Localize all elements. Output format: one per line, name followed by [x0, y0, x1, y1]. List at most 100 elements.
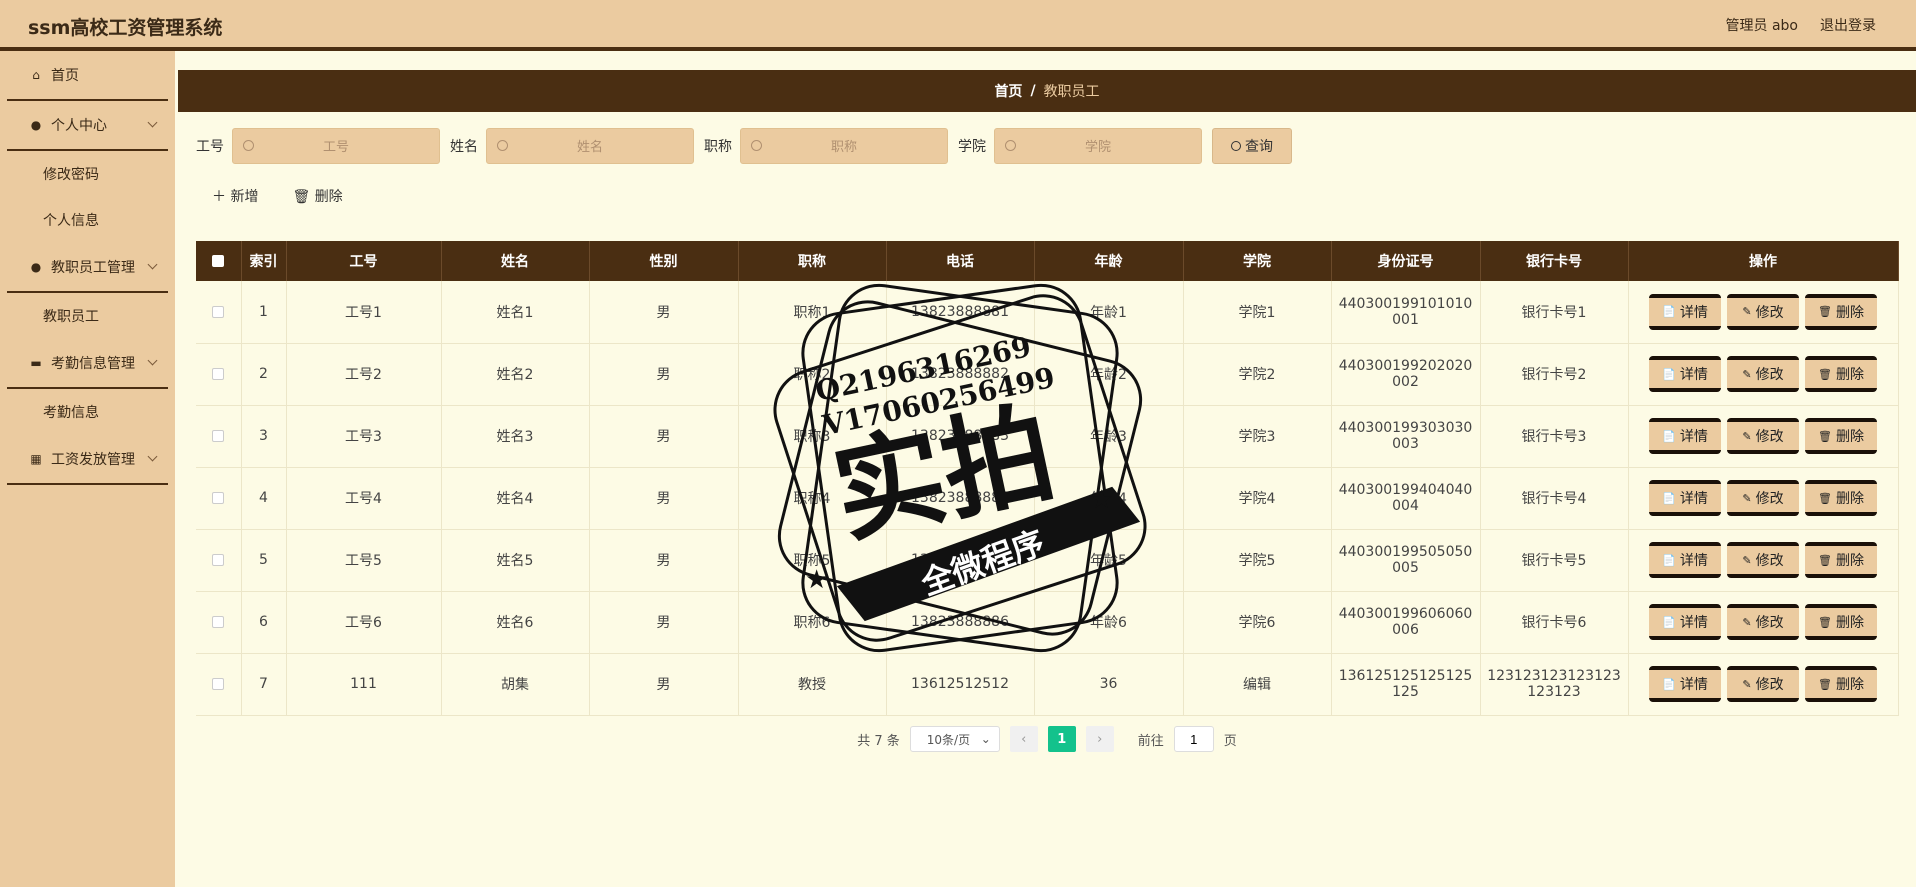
row-checkbox[interactable] [212, 554, 225, 566]
delete-button[interactable]: 🗑 删除 [1805, 666, 1877, 702]
next-page-button[interactable]: › [1085, 726, 1114, 752]
table-cell: 职称5 [738, 529, 887, 592]
trash-icon: 🗑 [1818, 553, 1832, 567]
detail-button[interactable]: 📄 详情 [1649, 418, 1721, 454]
edit-button[interactable]: ✎ 修改 [1727, 666, 1799, 702]
delete-button[interactable]: 🗑 删除 [1805, 356, 1877, 392]
row-select-cell [196, 529, 242, 592]
delete-button[interactable]: 🗑 删除 [1805, 604, 1877, 640]
edit-button-label: 修改 [1755, 429, 1784, 445]
pencil-icon: ✎ [1742, 615, 1752, 629]
breadcrumb-current: 教职员工 [1043, 84, 1100, 100]
delete-button[interactable]: 🗑 删除 [1805, 293, 1877, 330]
edit-button[interactable]: ✎ 修改 [1727, 293, 1799, 330]
sidebar-item-attendance-mgmt[interactable]: ▬ 考勤信息管理 [7, 339, 168, 389]
detail-button[interactable]: 📄 详情 [1649, 542, 1721, 578]
edit-button[interactable]: ✎ 修改 [1727, 356, 1799, 392]
user-label[interactable]: 管理员 abo [1726, 15, 1798, 35]
sidebar-subitem-staff[interactable]: 教职员工 [0, 293, 175, 339]
detail-button[interactable]: 📄 详情 [1649, 666, 1721, 702]
table-cell: 13823888885 [886, 529, 1035, 592]
add-button[interactable]: ＋ 新增 [212, 186, 258, 206]
delete-button-label: 删除 [1835, 429, 1864, 445]
chevron-left-icon: ‹ [1021, 731, 1027, 747]
breadcrumb-home[interactable]: 首页 [994, 81, 1022, 101]
detail-button[interactable]: 📄 详情 [1649, 480, 1721, 516]
sidebar-item-label: 考勤信息管理 [51, 356, 135, 372]
search-icon [751, 140, 762, 151]
row-checkbox[interactable] [212, 305, 225, 318]
table-cell: 男 [589, 653, 739, 716]
table-cell: 13823888881 [886, 281, 1035, 344]
table-cell: 136125125125125125 [1331, 653, 1481, 716]
table-cell: 银行卡号3 [1480, 405, 1629, 468]
table-cell: 男 [589, 343, 739, 406]
table-body: 1 工号1 姓名1 男职称1 13823888881 年龄1 学院1 440300199101… [196, 281, 1899, 716]
prev-page-button[interactable]: ‹ [1009, 726, 1038, 752]
sidebar-subitem-change-password[interactable]: 修改密码 [0, 151, 175, 197]
detail-button-label: 详情 [1679, 304, 1708, 321]
logout-button[interactable]: 退出登录 [1820, 15, 1876, 35]
user-icon: ● [30, 260, 42, 274]
sidebar-subitem-attendance[interactable]: 考勤信息 [0, 389, 175, 435]
sidebar-item-home[interactable]: ⌂ 首页 [7, 51, 168, 101]
app-title: ssm高校工资管理系统 [28, 17, 223, 39]
table-cell: 男 [589, 281, 739, 344]
delete-button[interactable]: 🗑 删除 [1805, 480, 1877, 516]
column-header: 索引 [241, 241, 287, 281]
search-icon [497, 140, 508, 151]
staff-table: 索引 工号 姓名 性别 职称 电话 年龄 学院 身份证号 银行卡号 操作 1 工号… [196, 241, 1899, 716]
table-row: 4 工号4 姓名4 男职称4 13823888884 年龄4 学院4 440300199404… [196, 467, 1899, 530]
table-cell: 年龄3 [1034, 405, 1184, 468]
sidebar-item-personal[interactable]: ● 个人中心 [7, 101, 168, 151]
search-input-id[interactable] [233, 129, 439, 163]
delete-button[interactable]: 🗑 删除 [1805, 542, 1877, 578]
search-row: 工号 姓名 职称 学院 查询 [196, 128, 1292, 164]
table-row: 7 111 胡集男教授 13612512512 36 编辑 1361251251251251… [196, 653, 1899, 716]
column-header: 职称 [738, 241, 887, 281]
page-size-select[interactable]: 10条/页 ⌄ [909, 726, 1000, 752]
row-checkbox[interactable] [212, 678, 225, 690]
page-suffix: 页 [1223, 733, 1237, 749]
chevron-down-icon [147, 117, 158, 128]
row-checkbox[interactable] [212, 492, 225, 504]
pencil-icon: ✎ [1742, 305, 1752, 319]
sidebar-item-staff-mgmt[interactable]: ● 教职员工管理 [7, 243, 168, 293]
row-checkbox[interactable] [212, 368, 225, 380]
table-cell: 银行卡号6 [1480, 591, 1629, 654]
table-cell: 学院5 [1183, 529, 1332, 592]
detail-button[interactable]: 📄 详情 [1649, 293, 1721, 330]
edit-button[interactable]: ✎ 修改 [1727, 418, 1799, 454]
select-all-checkbox[interactable] [212, 255, 225, 267]
search-input-wrap [486, 128, 694, 164]
detail-button[interactable]: 📄 详情 [1649, 604, 1721, 640]
edit-button[interactable]: ✎ 修改 [1727, 542, 1799, 578]
table-cell: 440300199606060006 [1331, 591, 1481, 654]
delete-button[interactable]: 🗑 删除 [1805, 418, 1877, 454]
edit-button-label: 修改 [1755, 615, 1784, 631]
search-icon [243, 140, 254, 151]
goto-page-input[interactable] [1173, 726, 1214, 752]
table-cell: 13823888883 [886, 405, 1035, 468]
main-content: 首页 / 教职员工 工号 姓名 职称 学院 查询 ＋ 新增 🗑 删除 [178, 58, 1916, 887]
search-input-name[interactable] [487, 129, 693, 163]
page-number-button[interactable]: 1 [1047, 726, 1076, 752]
trash-icon: 🗑 [292, 189, 315, 205]
edit-button[interactable]: ✎ 修改 [1727, 604, 1799, 640]
edit-button[interactable]: ✎ 修改 [1727, 480, 1799, 516]
row-checkbox[interactable] [212, 616, 225, 628]
table-cell: 银行卡号2 [1480, 343, 1629, 406]
row-actions: 📄 详情 ✎ 修改 🗑 删除 [1628, 467, 1899, 530]
trash-icon: 🗑 [1818, 677, 1832, 691]
grid-icon: ▦ [30, 452, 42, 466]
sidebar-item-salary-mgmt[interactable]: ▦ 工资发放管理 [7, 435, 168, 485]
batch-delete-button[interactable]: 🗑 删除 [292, 186, 342, 206]
chevron-down-icon [147, 451, 158, 462]
search-input-college[interactable] [995, 129, 1201, 163]
row-checkbox[interactable] [212, 430, 225, 442]
search-input-title[interactable] [741, 129, 947, 163]
detail-button[interactable]: 📄 详情 [1649, 356, 1721, 392]
sidebar-subitem-personal-info[interactable]: 个人信息 [0, 197, 175, 243]
query-button[interactable]: 查询 [1212, 128, 1292, 164]
table-cell: 学院1 [1183, 281, 1332, 344]
